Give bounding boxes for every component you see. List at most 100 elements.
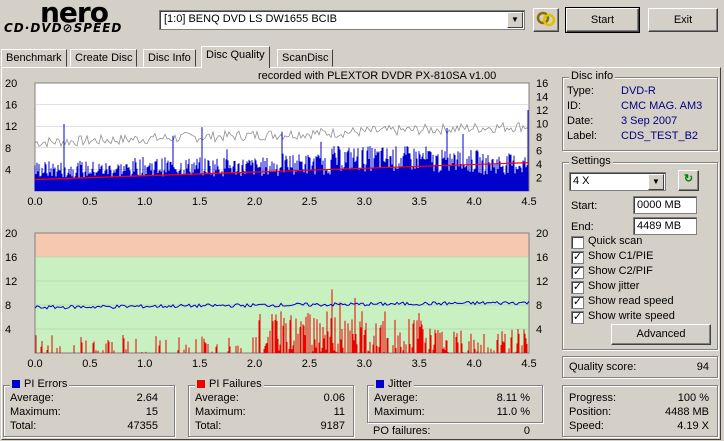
disc-info-group: Disc info Type: DVD-R ID: CMC MAG. AM3 D… <box>562 70 718 151</box>
tab-disc-quality[interactable]: Disc Quality <box>201 46 270 68</box>
pi-failures-title-text: PI Failures <box>209 378 262 390</box>
checkbox-show-c1-pie[interactable]: ✓ <box>571 251 584 264</box>
id-label: ID: <box>567 100 582 112</box>
pie-maximum-value: 15 <box>145 406 158 418</box>
pi-failures-group: PI Failures Average: 0.06 Maximum: 11 To… <box>188 378 354 437</box>
progress-label: Progress: <box>569 392 617 404</box>
tab-disc-info[interactable]: Disc Info <box>143 49 196 67</box>
checkbox-show-read-speed[interactable]: ✓ <box>571 296 584 309</box>
chart2-band <box>35 233 529 257</box>
tab-benchmark[interactable]: Benchmark <box>1 49 67 67</box>
checkbox-show-c2-pif[interactable]: ✓ <box>571 266 584 279</box>
advanced-button[interactable]: Advanced <box>611 324 711 345</box>
x-tick-label: 4.5 <box>521 196 536 208</box>
chevron-down-icon[interactable]: ▼ <box>507 12 523 28</box>
y-left-tick-label: 4 <box>5 164 11 176</box>
pie-maximum-label: Maximum: <box>10 406 61 418</box>
disc-quality-chart: recorded with PLEXTOR DVDR PX-810SA v1.0… <box>5 70 548 370</box>
speed-label: Speed: <box>569 420 604 432</box>
speed-select-value: 4 X <box>573 175 590 187</box>
refresh-button[interactable]: ↻ <box>678 170 699 191</box>
checkbox-label: Show write speed <box>588 310 675 322</box>
pi-errors-chart: 201612841614121086420.0 0.5 1.0 1.5 2.0 2.5 3.… <box>5 78 548 208</box>
y-left-tick-label: 20 <box>5 78 17 90</box>
speed-value: 4.19 X <box>677 420 709 432</box>
y-right-tick-label: 8 <box>536 132 542 144</box>
x-tick-label: 0.0 <box>27 196 42 208</box>
end-label: End: <box>571 221 594 233</box>
y-left-tick-label: 12 <box>5 121 17 133</box>
drive-select[interactable]: [1:0] BENQ DVD LS DW1655 BCIB ▼ <box>159 10 525 30</box>
y-left-tick-label: 12 <box>5 276 17 288</box>
tab-scandisc[interactable]: ScanDisc <box>277 49 334 67</box>
speed-select[interactable]: 4 X ▼ <box>569 172 666 191</box>
x-tick-label: 0.5 <box>82 196 97 208</box>
start-label: Start: <box>571 200 598 212</box>
checkbox-show-write-speed[interactable]: ✓ <box>571 311 584 324</box>
x-tick-label: 2.0 <box>247 196 262 208</box>
tab-create-disc[interactable]: Create Disc <box>70 49 138 67</box>
y-right-tick-label: 14 <box>536 92 548 104</box>
x-tick-label: 4.5 <box>521 358 536 370</box>
end-input[interactable]: 4489 MB <box>633 217 697 235</box>
pi-errors-title-text: PI Errors <box>24 378 68 390</box>
date-label: Date: <box>567 115 594 127</box>
pif-maximum-label: Maximum: <box>195 406 246 418</box>
progress-box: Progress: 100 % Position: 4488 MB Speed:… <box>562 385 718 437</box>
pif-average-label: Average: <box>195 392 239 404</box>
x-tick-label: 3.0 <box>357 358 372 370</box>
jitter-title-text: Jitter <box>388 378 412 390</box>
x-tick-label: 2.5 <box>302 196 317 208</box>
start-button[interactable]: Start <box>565 7 640 33</box>
x-tick-label: 3.5 <box>412 196 427 208</box>
jitter-title: Jitter <box>374 378 414 390</box>
y-right-tick-label: 10 <box>536 119 548 131</box>
x-tick-label: 3.5 <box>412 358 427 370</box>
checkbox-label: Show jitter <box>588 280 640 292</box>
checkbox-show-jitter[interactable]: ✓ <box>571 281 584 294</box>
chevron-down-icon[interactable]: ▼ <box>648 174 664 190</box>
y-right-tick-label: 12 <box>536 276 548 288</box>
quality-score-label: Quality score: <box>569 361 637 373</box>
pi-errors-group: PI Errors Average: 2.64 Maximum: 15 Tota… <box>3 378 175 437</box>
exit-button[interactable]: Exit <box>648 8 718 32</box>
y-right-tick-label: 8 <box>536 300 542 312</box>
y-right-tick-label: 4 <box>536 324 542 336</box>
id-value: CMC MAG. AM3 <box>621 100 703 112</box>
y-right-tick-label: 16 <box>536 78 548 90</box>
y-left-tick-label: 16 <box>5 100 17 112</box>
chain-icon <box>536 11 556 27</box>
checkbox-quick-scan[interactable] <box>571 236 584 249</box>
position-label: Position: <box>569 406 612 418</box>
settings-group: Settings 4 X ▼ ↻ Start: 0000 MB End: 448… <box>562 155 718 350</box>
x-tick-label: 1.5 <box>192 358 207 370</box>
checkbox-label: Show C2/PIF <box>588 265 653 277</box>
start-input[interactable]: 0000 MB <box>633 196 697 214</box>
y-right-tick-label: 16 <box>536 252 548 264</box>
x-tick-label: 2.5 <box>302 358 317 370</box>
jitter-maximum-label: Maximum: <box>374 406 425 418</box>
pie-total-label: Total: <box>10 420 37 432</box>
x-tick-label: 1.0 <box>137 196 152 208</box>
y-left-tick-label: 8 <box>5 143 11 155</box>
x-tick-label: 2.0 <box>247 358 262 370</box>
recorded-with-text: recorded with PLEXTOR DVDR PX-810SA v1.0… <box>258 70 496 82</box>
pi-failures-chart: 20 16 12 8 4 20 16 12 8 4 0.0 0.5 1.0 1.5 2.0 2.5 3.0 3.5… <box>5 228 548 370</box>
y-right-tick-label: 2 <box>536 173 542 185</box>
checkbox-label: Quick scan <box>588 235 643 247</box>
jitter-legend-swatch <box>376 380 384 388</box>
pi-errors-title: PI Errors <box>10 378 70 390</box>
jitter-average-value: 8.11 % <box>496 392 530 404</box>
end-input-value: 4489 MB <box>637 220 682 232</box>
quality-score-box: Quality score: 94 <box>562 356 718 378</box>
pi-failures-title: PI Failures <box>195 378 264 390</box>
y-left-tick-label: 8 <box>5 300 11 312</box>
x-tick-label: 0.0 <box>27 358 42 370</box>
pif-total-value: 9187 <box>320 420 345 432</box>
date-value: 3 Sep 2007 <box>621 115 678 127</box>
pif-maximum-value: 11 <box>333 406 345 418</box>
y-left-tick-label: 20 <box>5 228 17 240</box>
refresh-icon: ↻ <box>683 173 694 185</box>
drive-info-button[interactable] <box>533 8 559 32</box>
pif-average-value: 0.06 <box>323 392 345 404</box>
